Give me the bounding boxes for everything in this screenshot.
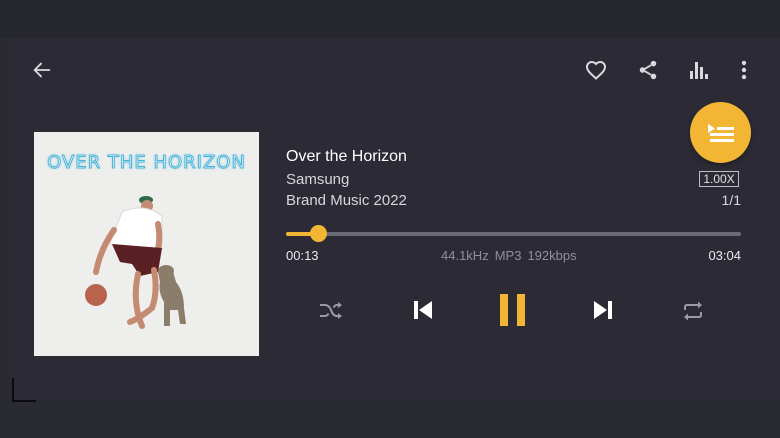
seek-thumb[interactable] <box>309 225 327 242</box>
more-vertical-icon <box>741 60 747 80</box>
album-art: OVER THE HORIZON <box>34 132 259 356</box>
pause-icon <box>500 294 525 326</box>
equalizer-bars-icon <box>690 62 708 79</box>
skip-previous-icon <box>414 301 432 319</box>
bitrate: 192kbps <box>527 248 577 263</box>
previous-button[interactable] <box>407 294 439 326</box>
file-format: MP3 <box>494 248 522 263</box>
sample-rate: 44.1kHz <box>441 248 489 263</box>
more-options-button[interactable] <box>732 56 756 84</box>
skip-next-icon <box>594 301 612 319</box>
playback-speed-button[interactable]: 1.00X <box>699 171 739 187</box>
arrow-left-icon <box>33 62 51 78</box>
repeat-button[interactable] <box>678 296 708 326</box>
heart-outline-icon <box>585 60 607 80</box>
queue-button[interactable] <box>690 102 751 163</box>
seek-bar[interactable] <box>286 225 741 242</box>
next-button[interactable] <box>587 294 619 326</box>
repeat-icon <box>684 301 702 321</box>
share-button[interactable] <box>634 56 662 84</box>
album-art-title: OVER THE HORIZON <box>47 152 246 174</box>
equalizer-button[interactable] <box>685 56 713 84</box>
track-title: Over the Horizon <box>286 148 407 165</box>
shuffle-icon <box>320 302 342 319</box>
current-time: 00:13 <box>286 248 319 263</box>
pause-button[interactable] <box>495 290 531 330</box>
track-artist: Samsung <box>286 171 350 188</box>
favorite-button[interactable] <box>582 56 610 84</box>
playlist-play-icon <box>707 123 734 142</box>
share-icon <box>639 60 657 80</box>
status-bar-area <box>0 0 780 38</box>
window-corner <box>12 378 36 402</box>
audio-format-info: 44.1kHz MP3 192kbps <box>441 248 583 263</box>
track-album: Brand Music 2022 <box>286 192 407 209</box>
shuffle-button[interactable] <box>316 296 346 326</box>
back-button[interactable] <box>28 56 56 84</box>
queue-position: 1/1 <box>721 192 741 208</box>
total-time: 03:04 <box>708 248 741 263</box>
